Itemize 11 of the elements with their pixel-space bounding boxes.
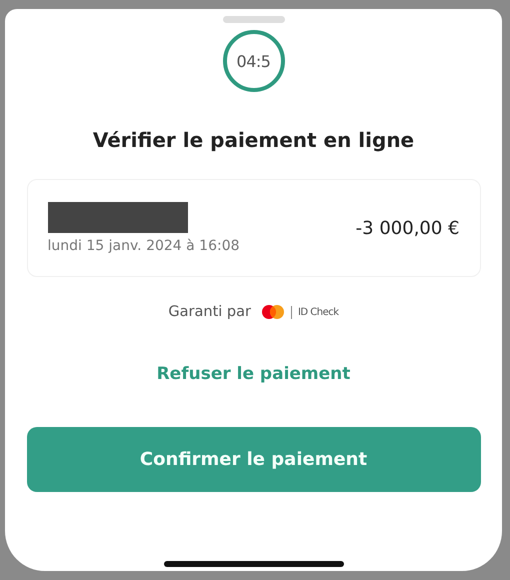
confirm-button[interactable]: Confirmer le paiement (26, 427, 480, 492)
brand-label: ID Check (298, 306, 339, 318)
transaction-date: lundi 15 janv. 2024 à 16:08 (48, 238, 240, 254)
transaction-amount: -3 000,00 € (356, 218, 460, 238)
drag-handle[interactable] (222, 16, 284, 23)
countdown-timer: 04:5 (222, 30, 284, 92)
refuse-link[interactable]: Refuser le paiement (156, 364, 350, 384)
overlapping-circles-icon (260, 304, 285, 320)
sheet-title: Vérifier le paiement en ligne (92, 128, 414, 152)
divider-line (290, 306, 292, 318)
guarantee-label: Garanti par (168, 304, 251, 320)
